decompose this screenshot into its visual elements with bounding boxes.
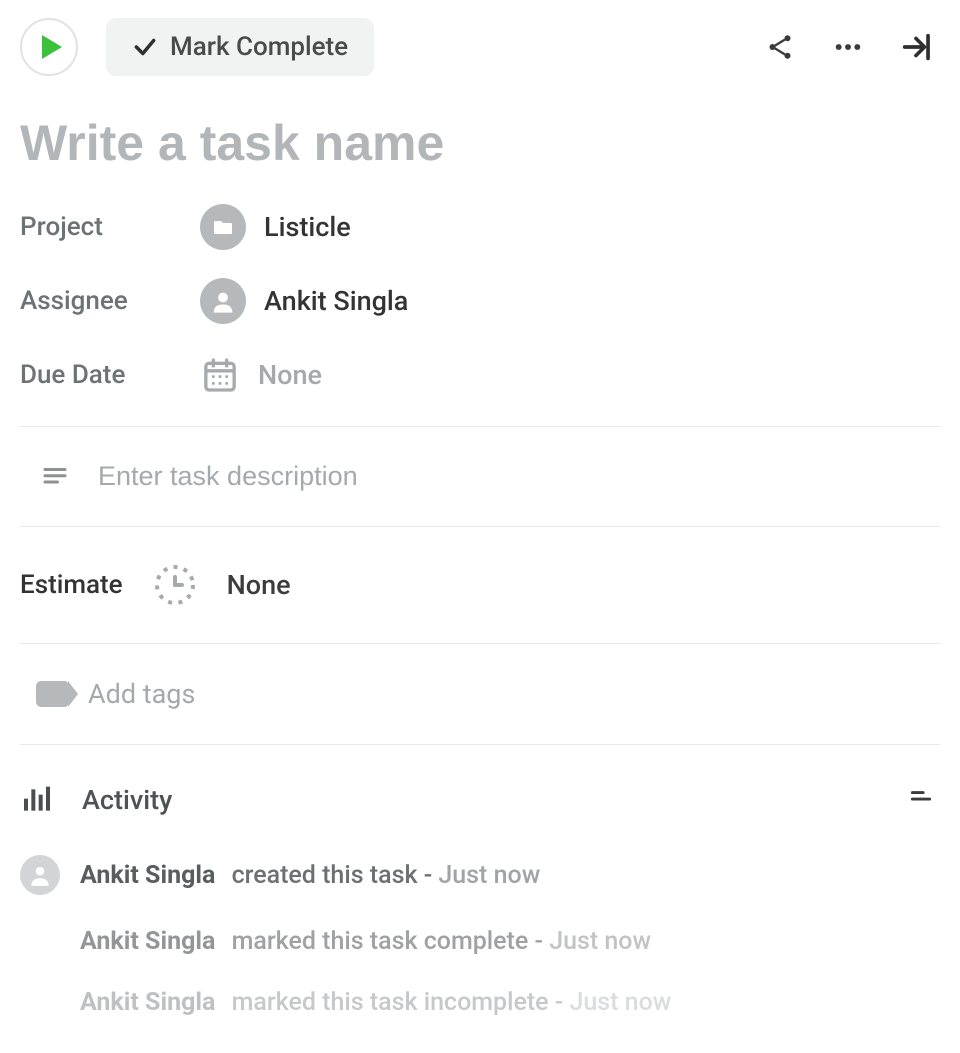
description-icon xyxy=(40,462,70,492)
check-icon xyxy=(132,34,158,60)
task-fields: Project Listicle Assignee Ankit Singla D… xyxy=(0,180,960,412)
activity-header: Activity xyxy=(0,759,960,839)
activity-item: Ankit Singla marked this task complete -… xyxy=(20,911,940,972)
project-label: Project xyxy=(20,212,200,242)
assignee-value: Ankit Singla xyxy=(200,278,408,324)
activity-item: Ankit Singla marked this task incomplete… xyxy=(20,972,940,1033)
estimate-value: None xyxy=(227,569,291,601)
due-date-field[interactable]: Due Date None xyxy=(20,338,940,412)
task-name-input[interactable] xyxy=(20,114,940,172)
activity-icon xyxy=(20,784,52,816)
share-button[interactable] xyxy=(756,23,804,71)
divider xyxy=(20,744,940,745)
activity-action: created this task - xyxy=(232,861,433,890)
task-name-section xyxy=(0,86,960,180)
activity-timestamp: Just now xyxy=(549,927,651,956)
person-icon xyxy=(200,278,246,324)
activity-actor: Ankit Singla xyxy=(80,861,215,890)
tags-field[interactable]: Add tags xyxy=(0,658,960,730)
more-options-button[interactable] xyxy=(824,23,872,71)
estimate-field[interactable]: Estimate None xyxy=(0,541,960,629)
activity-title: Activity xyxy=(82,784,172,816)
activity-text: Ankit Singla created this task - Just no… xyxy=(80,861,540,890)
activity-list: Ankit Singla created this task - Just no… xyxy=(0,839,960,1053)
estimate-clock-icon xyxy=(151,561,199,609)
more-horizontal-icon xyxy=(832,31,864,63)
activity-item: Ankit Singla created this task - Just no… xyxy=(20,839,940,911)
tag-icon xyxy=(36,681,68,707)
play-icon xyxy=(42,35,62,59)
activity-action: marked this task incomplete - xyxy=(232,988,564,1017)
description-input[interactable] xyxy=(98,461,940,492)
assignee-label: Assignee xyxy=(20,286,200,316)
activity-action: marked this task complete - xyxy=(232,927,543,956)
share-icon xyxy=(765,32,795,62)
activity-sort-button[interactable] xyxy=(902,779,940,821)
assignee-name: Ankit Singla xyxy=(264,285,408,317)
play-button[interactable] xyxy=(20,18,78,76)
divider xyxy=(20,643,940,644)
activity-text: Ankit Singla marked this task complete -… xyxy=(80,927,651,956)
sort-icon xyxy=(908,785,934,811)
avatar xyxy=(20,855,60,895)
assignee-field[interactable]: Assignee Ankit Singla xyxy=(20,264,940,338)
due-date-text: None xyxy=(258,359,322,391)
description-row[interactable] xyxy=(0,441,960,512)
collapse-right-icon xyxy=(899,30,933,64)
calendar-icon xyxy=(200,355,240,395)
activity-actor: Ankit Singla xyxy=(80,927,215,956)
project-name: Listicle xyxy=(264,211,351,243)
divider xyxy=(20,526,940,527)
collapse-panel-button[interactable] xyxy=(892,23,940,71)
mark-complete-label: Mark Complete xyxy=(170,32,348,62)
estimate-label: Estimate xyxy=(20,570,123,600)
tags-placeholder: Add tags xyxy=(88,678,195,710)
due-date-value: None xyxy=(200,355,322,395)
mark-complete-button[interactable]: Mark Complete xyxy=(106,18,374,76)
project-value: Listicle xyxy=(200,204,351,250)
activity-actor: Ankit Singla xyxy=(80,988,215,1017)
folder-icon xyxy=(200,204,246,250)
due-date-label: Due Date xyxy=(20,360,200,390)
activity-timestamp: Just now xyxy=(569,988,671,1017)
activity-timestamp: Just now xyxy=(438,861,540,890)
activity-text: Ankit Singla marked this task incomplete… xyxy=(80,988,671,1017)
divider xyxy=(20,426,940,427)
task-toolbar: Mark Complete xyxy=(0,0,960,86)
project-field[interactable]: Project Listicle xyxy=(20,190,940,264)
